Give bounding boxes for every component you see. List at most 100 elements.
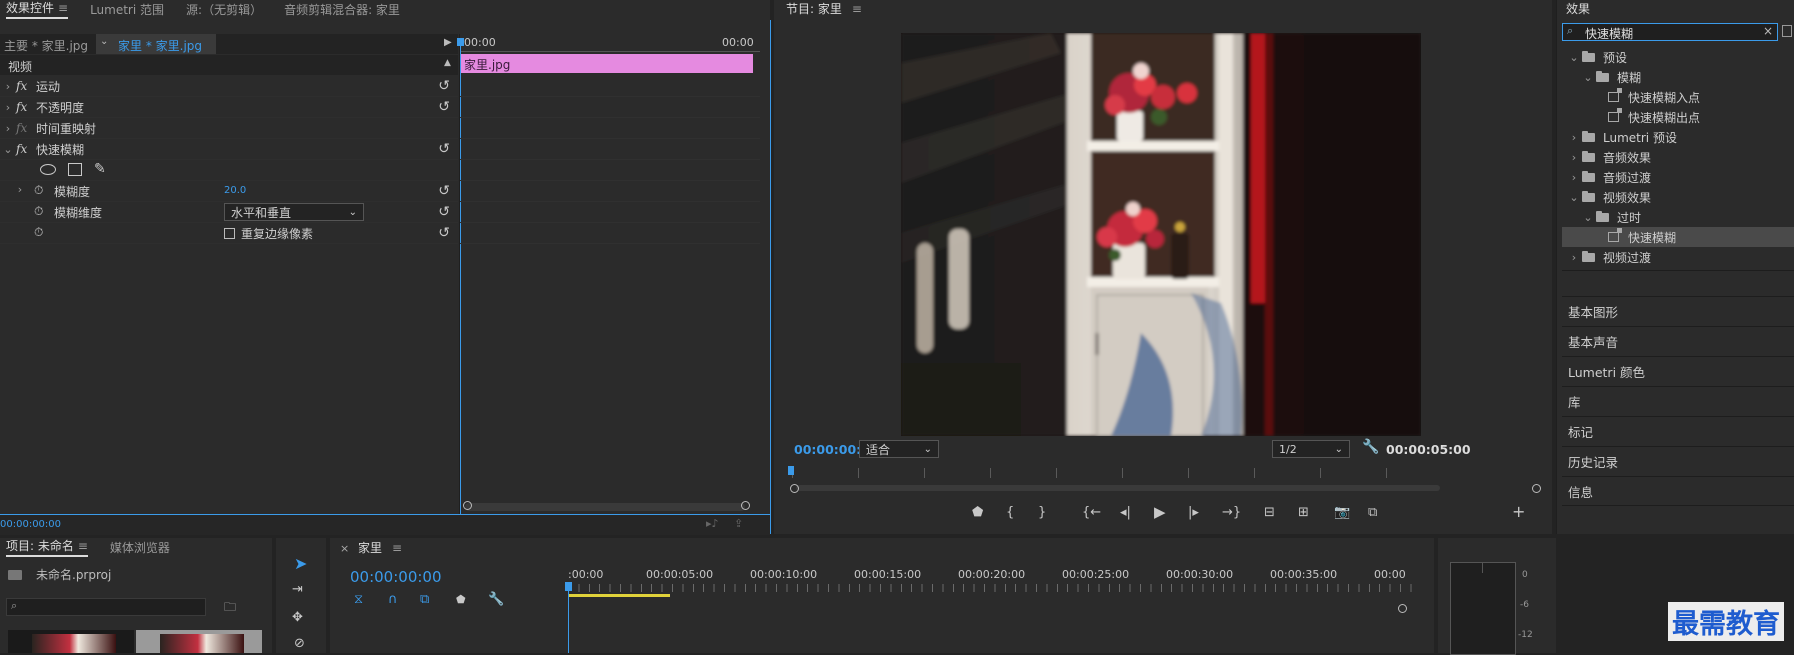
tab-lumetri-scopes[interactable]: Lumetri 范围	[90, 1, 164, 18]
tab-source[interactable]: 源:（无剪辑）	[186, 1, 262, 18]
program-title[interactable]: 节目: 家里 ≡	[786, 0, 862, 17]
chevron-right-icon[interactable]: ›	[1566, 171, 1582, 184]
panel-markers[interactable]: 标记	[1562, 416, 1794, 446]
blurriness-value[interactable]: 20.0	[224, 185, 246, 196]
effects-search-box[interactable]: ⌕ 快速模糊 ×	[1562, 23, 1778, 41]
tree-obsolete[interactable]: ⌄ 过时	[1562, 207, 1794, 227]
chevron-right-icon[interactable]: ›	[1566, 251, 1582, 264]
reset-icon[interactable]: ↺	[438, 183, 450, 199]
step-back-icon[interactable]: ◂|	[1120, 505, 1131, 520]
lift-icon[interactable]: ⊟	[1264, 505, 1275, 520]
timeline-playhead-handle[interactable]	[565, 582, 572, 591]
add-marker-icon[interactable]: ⬟	[456, 593, 466, 606]
play-only-icon[interactable]: ▶	[444, 37, 452, 48]
chevron-right-icon[interactable]: ›	[1566, 151, 1582, 164]
timeline-scroll-handle[interactable]	[1398, 604, 1407, 613]
selection-tool-icon[interactable]: ➤	[294, 554, 307, 573]
panel-info[interactable]: 信息	[1562, 476, 1794, 506]
new-search-bin-icon[interactable]: 🗀	[224, 598, 236, 619]
chevron-right-icon[interactable]: ›	[0, 80, 16, 93]
chevron-down-icon[interactable]: ⌄	[0, 143, 16, 156]
stopwatch-icon[interactable]: ⏱	[34, 225, 43, 240]
pen-mask-icon[interactable]: ✎	[94, 161, 106, 177]
chevron-right-icon[interactable]: ›	[1566, 131, 1582, 144]
panel-lumetri-color[interactable]: Lumetri 颜色	[1562, 356, 1794, 386]
effect-row-time-remap[interactable]: › fx 时间重映射	[0, 118, 458, 139]
go-to-out-icon[interactable]: →}	[1222, 505, 1241, 520]
tree-video-effects[interactable]: ⌄ 视频效果	[1562, 187, 1794, 207]
zoom-handle-left[interactable]	[790, 484, 799, 493]
stopwatch-icon[interactable]: ⏱	[34, 183, 43, 198]
settings-wrench-icon[interactable]: 🔧	[1362, 439, 1379, 455]
program-zoom-bar[interactable]	[796, 485, 1440, 491]
tab-effect-controls[interactable]: 效果控件 ≡	[6, 0, 69, 19]
chevron-right-icon[interactable]: ›	[0, 101, 16, 114]
track-select-tool-icon[interactable]: ⇥	[292, 582, 303, 597]
chevron-down-icon[interactable]: ⌄	[1580, 71, 1596, 84]
fx-icon[interactable]: fx	[16, 100, 36, 114]
linked-selection-icon[interactable]: ⧉	[420, 592, 429, 607]
audio-scrub-icon[interactable]: ▸♪	[706, 517, 719, 530]
timeline-work-area-bar[interactable]	[568, 594, 670, 597]
project-thumb-1[interactable]	[8, 630, 134, 653]
chevron-right-icon[interactable]: ›	[12, 183, 28, 196]
comparison-view-icon[interactable]: ⧉	[1368, 505, 1377, 520]
ec-current-time[interactable]: 00:00:00:00	[0, 519, 61, 530]
ec-clip-bar[interactable]: 家里.jpg	[460, 54, 753, 73]
effect-row-fast-blur[interactable]: ⌄ fx 快速模糊 ↺	[0, 139, 458, 160]
chevron-down-icon[interactable]: ⌄	[1566, 51, 1582, 64]
panel-menu-icon[interactable]: ≡	[58, 1, 68, 15]
resolution-dropdown[interactable]: 1/2 ⌄	[1272, 440, 1350, 458]
tab-project[interactable]: 项目: 未命名 ≡	[6, 537, 88, 557]
tree-preset[interactable]: ⌄ 预设	[1562, 47, 1794, 67]
timeline-playhead[interactable]	[568, 584, 569, 653]
ec-zoom-scrollbar[interactable]	[465, 503, 745, 511]
step-forward-icon[interactable]: |▸	[1188, 505, 1199, 520]
fx-icon[interactable]: fx	[16, 121, 36, 135]
repeat-edge-checkbox[interactable]	[224, 228, 235, 239]
go-to-in-icon[interactable]: {←	[1082, 505, 1101, 520]
panel-essential-graphics[interactable]: 基本图形	[1562, 296, 1794, 326]
scroll-handle-right[interactable]	[741, 501, 750, 510]
new-bin-icon[interactable]	[1782, 25, 1792, 37]
project-thumb-2[interactable]	[136, 630, 262, 653]
collapse-up-icon[interactable]: ▲	[444, 58, 451, 68]
clip-dropdown[interactable]: ⌄ 家里 * 家里.jpg	[96, 34, 216, 54]
effects-title[interactable]: 效果	[1566, 0, 1590, 17]
project-search-input[interactable]: ⌕	[6, 598, 206, 616]
timeline-title[interactable]: 家里 ≡	[358, 539, 402, 556]
chevron-right-icon[interactable]: ›	[0, 122, 16, 135]
ec-playhead-handle[interactable]	[457, 38, 464, 46]
timeline-close-icon[interactable]: ×	[340, 542, 349, 555]
export-frame-icon[interactable]: 📷	[1334, 505, 1350, 520]
panel-menu-icon[interactable]: ≡	[78, 539, 88, 553]
fx-icon[interactable]: fx	[16, 79, 36, 93]
stopwatch-icon[interactable]: ⏱	[34, 204, 43, 219]
panel-menu-icon[interactable]: ≡	[852, 2, 862, 16]
fx-icon[interactable]: fx	[16, 142, 36, 156]
clear-search-icon[interactable]: ×	[1763, 24, 1773, 38]
reset-icon[interactable]: ↺	[438, 141, 450, 157]
blur-dimension-dropdown[interactable]: 水平和垂直 ⌄	[224, 203, 364, 221]
reset-icon[interactable]: ↺	[438, 99, 450, 115]
tree-audio-effects[interactable]: › 音频效果	[1562, 147, 1794, 167]
tree-blur[interactable]: ⌄ 模糊	[1562, 67, 1794, 87]
program-ruler[interactable]	[792, 468, 1452, 478]
extract-icon[interactable]: ⊞	[1298, 505, 1309, 520]
timeline-settings-icon[interactable]: 🔧	[488, 592, 504, 607]
ripple-edit-tool-icon[interactable]: ✥	[292, 610, 303, 625]
panel-essential-sound[interactable]: 基本声音	[1562, 326, 1794, 356]
mark-out-icon[interactable]: }	[1038, 505, 1046, 520]
nest-toggle-icon[interactable]: ⧖	[354, 592, 363, 607]
tree-fast-blur-out[interactable]: 快速模糊出点	[1562, 107, 1794, 127]
effect-row-motion[interactable]: › fx 运动 ↺	[0, 76, 458, 97]
effect-row-opacity[interactable]: › fx 不透明度 ↺	[0, 97, 458, 118]
panel-history[interactable]: 历史记录	[1562, 446, 1794, 476]
mark-in-icon[interactable]: {	[1006, 505, 1014, 520]
rectangle-mask-icon[interactable]	[68, 163, 82, 176]
razor-tool-icon[interactable]: ⊘	[294, 636, 305, 651]
timeline-timecode[interactable]: 00:00:00:00	[350, 568, 442, 586]
reset-icon[interactable]: ↺	[438, 225, 450, 241]
tree-audio-transitions[interactable]: › 音频过渡	[1562, 167, 1794, 187]
tab-audio-clip-mixer[interactable]: 音频剪辑混合器: 家里	[284, 1, 400, 18]
